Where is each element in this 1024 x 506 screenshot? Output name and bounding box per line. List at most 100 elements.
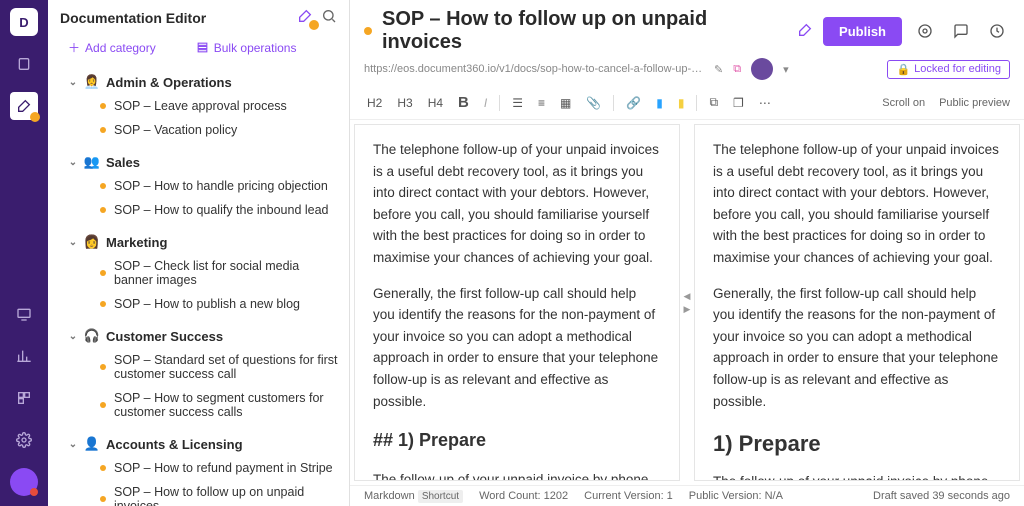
draft-dot-icon <box>100 402 106 408</box>
tb-h4[interactable]: H4 <box>425 94 446 112</box>
publish-button[interactable]: Publish <box>823 17 902 46</box>
status-current-version: Current Version: 1 <box>584 490 673 502</box>
draft-dot-icon <box>100 465 106 471</box>
chevron-icon: ⌄ <box>68 331 78 342</box>
sidebar-item[interactable]: SOP – Check list for social media banner… <box>68 254 339 292</box>
status-mode: Markdown <box>364 490 415 502</box>
tb-list-ol-icon[interactable]: ≡ <box>535 94 548 112</box>
tb-copy-icon[interactable]: ❐ <box>730 94 747 112</box>
category-tree: ⌄ 👩‍💼 Admin & Operations SOP – Leave approv… <box>48 66 349 506</box>
category-icon: 👩‍💼 <box>84 74 100 90</box>
rail-docs-icon[interactable] <box>10 50 38 78</box>
status-shortcut[interactable]: Shortcut <box>418 490 463 503</box>
tb-h3[interactable]: H3 <box>394 94 415 112</box>
chevron-icon: ⌄ <box>68 77 78 88</box>
app-logo[interactable]: D <box>10 8 38 36</box>
sidebar-edit-icon[interactable] <box>297 8 313 27</box>
tb-attach-icon[interactable]: 📎 <box>583 94 604 112</box>
category-icon: 👥 <box>84 154 100 170</box>
category-header[interactable]: ⌄ 👤 Accounts & Licensing <box>68 432 339 456</box>
rail-settings-icon[interactable] <box>10 426 38 454</box>
category-header[interactable]: ⌄👩Marketing <box>68 230 339 254</box>
sidebar-item[interactable]: SOP – How to refund payment in Stripe <box>68 456 339 480</box>
tb-bold[interactable]: B <box>455 92 472 113</box>
main-area: SOP – How to follow up on unpaid invoice… <box>350 0 1024 506</box>
editor-avatar[interactable] <box>751 58 773 80</box>
add-category-button[interactable]: ＋ Add category <box>68 39 156 56</box>
rail-analytics-icon[interactable] <box>10 342 38 370</box>
sidebar-item[interactable]: SOP – How to handle pricing objection <box>68 174 339 198</box>
sidebar-item[interactable]: SOP – Vacation policy <box>68 118 339 142</box>
chevron-down-icon[interactable]: ▾ <box>783 63 789 76</box>
search-icon[interactable] <box>321 8 337 27</box>
sidebar-item[interactable]: SOP – How to follow up on unpaid invoice… <box>68 480 339 506</box>
draft-dot-icon <box>100 207 106 213</box>
category-name: Customer Success <box>106 329 223 344</box>
item-label: SOP – How to qualify the inbound lead <box>114 203 329 217</box>
sidebar-item[interactable]: SOP – How to publish a new blog <box>68 292 339 316</box>
locked-badge: 🔒 Locked for editing <box>887 60 1010 79</box>
settings-icon[interactable] <box>912 18 938 44</box>
chevron-icon: ⌄ <box>68 439 78 450</box>
tb-list-ul-icon[interactable]: ☰ <box>509 94 526 112</box>
pane-splitter[interactable]: ◀▶ <box>684 120 690 485</box>
comments-icon[interactable] <box>948 18 974 44</box>
sidebar-item[interactable]: SOP – Leave approval process <box>68 94 339 118</box>
preview-pane: The telephone follow-up of your unpaid i… <box>694 124 1020 481</box>
chevron-icon: ⌄ <box>68 237 78 248</box>
status-public-version: Public Version: N/A <box>689 490 783 502</box>
category-name: Sales <box>106 155 140 170</box>
editor-text: The telephone follow-up of your unpaid i… <box>373 139 661 269</box>
tb-highlight-yellow-icon[interactable]: ▮ <box>675 94 688 112</box>
history-icon[interactable] <box>984 18 1010 44</box>
category-name: Accounts & Licensing <box>106 437 243 452</box>
preview-heading: 1) Prepare <box>713 426 1001 461</box>
item-label: SOP – How to follow up on unpaid invoice… <box>114 485 339 506</box>
status-bar: Markdown Shortcut Word Count: 1202 Curre… <box>350 485 1024 506</box>
tb-link-icon[interactable]: 🔗 <box>623 94 644 112</box>
sidebar-item[interactable]: SOP – Standard set of questions for firs… <box>68 348 339 386</box>
sidebar-title: Documentation Editor <box>60 10 289 26</box>
markdown-editor-pane[interactable]: The telephone follow-up of your unpaid i… <box>354 124 680 481</box>
category-icon: 🎧 <box>84 328 100 344</box>
item-label: SOP – Standard set of questions for firs… <box>114 353 339 381</box>
sidebar: Documentation Editor ＋ Add category Bulk… <box>48 0 350 506</box>
category-icon: 👤 <box>84 436 100 452</box>
sidebar-item[interactable]: SOP – How to qualify the inbound lead <box>68 198 339 222</box>
sidebar-item[interactable]: SOP – How to segment customers for custo… <box>68 386 339 424</box>
tb-more-icon[interactable]: ⋯ <box>756 94 774 112</box>
draft-dot-icon <box>100 183 106 189</box>
url-edit-icon[interactable]: ✎ <box>714 63 723 76</box>
category-header[interactable]: ⌄ 🎧 Customer Success <box>68 324 339 348</box>
tb-image-icon[interactable]: ▦ <box>557 94 574 112</box>
tb-h2[interactable]: H2 <box>364 94 385 112</box>
draft-dot-icon <box>100 270 106 276</box>
rail-editor-icon[interactable] <box>10 92 38 120</box>
preview-toggle[interactable]: Public preview <box>939 97 1010 109</box>
rail-extensions-icon[interactable] <box>10 384 38 412</box>
bulk-operations-button[interactable]: Bulk operations <box>196 39 297 56</box>
status-wordcount: Word Count: 1202 <box>479 490 568 502</box>
preview-text: Generally, the first follow-up call shou… <box>713 283 1001 413</box>
draft-dot-icon <box>100 364 106 370</box>
category-header[interactable]: ⌄ 👩‍💼 Admin & Operations <box>68 70 339 94</box>
tb-italic[interactable]: I <box>481 94 490 112</box>
category-header[interactable]: ⌄👥Sales <box>68 150 339 174</box>
draft-dot-icon <box>100 301 106 307</box>
status-dot-icon <box>364 27 372 35</box>
item-label: SOP – Leave approval process <box>114 99 287 113</box>
tb-highlight-blue-icon[interactable]: ▮ <box>653 94 666 112</box>
rename-icon[interactable] <box>797 22 813 41</box>
editor-text: The follow-up of your unpaid invoice by … <box>373 469 661 481</box>
rail-user-avatar[interactable] <box>10 468 38 496</box>
tb-code-icon[interactable]: ⧉ <box>706 93 721 112</box>
rail-monitor-icon[interactable] <box>10 300 38 328</box>
url-copy-icon[interactable]: ⧉ <box>733 63 741 76</box>
item-label: SOP – Check list for social media banner… <box>114 259 339 287</box>
category-name: Admin & Operations <box>106 75 232 90</box>
draft-dot-icon <box>100 496 106 502</box>
category-icon: 👩 <box>84 234 100 250</box>
scroll-toggle[interactable]: Scroll on <box>882 97 925 109</box>
editor-text: Generally, the first follow-up call shou… <box>373 283 661 413</box>
editor-toolbar: H2 H3 H4 B I ☰ ≡ ▦ 📎 🔗 ▮ ▮ ⧉ ❐ ⋯ Scroll … <box>350 86 1024 120</box>
